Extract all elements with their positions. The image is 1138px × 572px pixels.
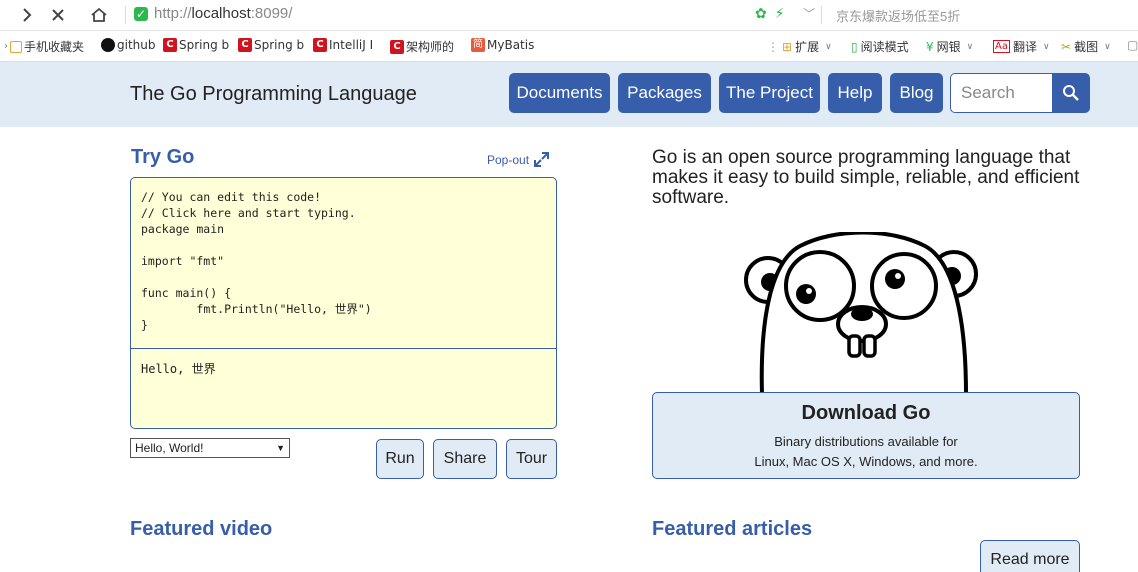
nav-help[interactable]: Help xyxy=(828,73,882,113)
download-line-1: Binary distributions available for xyxy=(774,434,958,449)
url-field[interactable]: http://localhost:8099/ xyxy=(154,5,292,22)
nav-the-project[interactable]: The Project xyxy=(719,73,820,113)
chevron-down-icon: ∨ xyxy=(1104,41,1111,52)
editor-divider xyxy=(131,348,556,349)
browser-address-bar: ✓ http://localhost:8099/ ✿ ⚡ ﹀ 京东爆款返场低至5… xyxy=(0,0,1138,31)
address-divider xyxy=(821,6,822,24)
bookmark-label: IntelliJ I xyxy=(329,38,374,52)
bookmark-label: MyBatis xyxy=(487,38,535,52)
stop-icon[interactable] xyxy=(45,3,71,27)
bookmark-spring-2[interactable]: C Spring b xyxy=(238,38,304,52)
toolbar-label: 翻译 xyxy=(1012,40,1037,54)
bookmark-label: 架构师的 xyxy=(406,40,455,54)
toolbar-label: 网银 xyxy=(936,40,961,54)
bookmark-label: github xyxy=(117,38,156,52)
download-line-2: Linux, Mac OS X, Windows, and more. xyxy=(754,454,978,469)
code-editor[interactable]: // You can edit this code! // Click here… xyxy=(141,189,372,333)
bookmark-intellij[interactable]: C IntelliJ I xyxy=(313,38,373,52)
site-header: The Go Programming Language Documents Pa… xyxy=(0,62,1138,127)
example-select[interactable]: Hello, World! ▼ xyxy=(130,438,290,458)
bookmarks-bar: › 手机收藏夹 github C Spring b C Spring b C I… xyxy=(0,31,1138,62)
bookmark-architect[interactable]: C 架构师的 xyxy=(390,38,454,55)
address-actions: ✿ ⚡ xyxy=(755,5,785,22)
nav-blog[interactable]: Blog xyxy=(890,73,943,113)
bookmark-label: Spring b xyxy=(179,38,230,52)
url-separator xyxy=(125,6,126,24)
program-output: Hello, 世界 xyxy=(141,362,216,376)
playground-editor[interactable]: // You can edit this code! // Click here… xyxy=(130,177,557,429)
csdn-icon: C xyxy=(313,38,327,52)
featured-articles-title: Featured articles xyxy=(652,518,813,540)
book-icon: ▯ xyxy=(851,39,858,54)
toolbar-label: 截图 xyxy=(1074,40,1099,54)
toolbar-screenshot[interactable]: ✂ 截图 ∨ xyxy=(1061,38,1111,55)
dropdown-arrow-icon: ▼ xyxy=(276,443,285,453)
try-go-title: Try Go xyxy=(131,146,195,168)
download-title: Download Go xyxy=(801,402,931,424)
url-rest: :8099/ xyxy=(250,5,293,22)
shield-icon[interactable]: ✓ xyxy=(134,7,148,21)
grip-icon: ⋮ xyxy=(767,39,779,54)
featured-video-title: Featured video xyxy=(130,518,273,540)
chevron-right-icon: › xyxy=(4,41,8,52)
home-icon[interactable] xyxy=(86,3,112,27)
chevron-down-icon: ∨ xyxy=(966,41,974,52)
refresh-icon[interactable]: ✿ xyxy=(755,5,767,22)
extension-icon: ⊞ xyxy=(782,39,793,54)
run-button[interactable]: Run xyxy=(376,439,424,479)
example-selected: Hello, World! xyxy=(135,441,204,455)
share-button[interactable]: Share xyxy=(433,439,497,479)
tour-button[interactable]: Tour xyxy=(506,439,557,479)
bookmark-spring-1[interactable]: C Spring b xyxy=(163,38,229,52)
toolbar-label: 扩展 xyxy=(795,40,820,54)
scissors-icon: ✂ xyxy=(1061,39,1072,54)
nav-packages[interactable]: Packages xyxy=(618,73,711,113)
phone-icon xyxy=(10,40,22,53)
forward-icon[interactable] xyxy=(14,3,40,27)
expand-icon xyxy=(534,152,550,167)
csdn-icon: C xyxy=(238,38,252,52)
bookmark-github[interactable]: github xyxy=(101,38,155,52)
chevron-down-icon[interactable]: ﹀ xyxy=(803,5,815,22)
toolbar-translate[interactable]: Aa 翻译 ∨ xyxy=(993,38,1050,55)
toolbar-extensions[interactable]: ⋮ ⊞ 扩展 ∨ xyxy=(767,38,832,55)
lightning-icon[interactable]: ⚡ xyxy=(775,5,785,22)
yuan-icon: ¥ xyxy=(926,39,934,54)
read-more-button[interactable]: Read more xyxy=(980,540,1080,572)
toolbar-reader-mode[interactable]: ▯ 阅读模式 xyxy=(851,38,909,55)
bookmark-label: 手机收藏夹 xyxy=(24,40,85,54)
search-input[interactable]: Search xyxy=(950,73,1053,113)
github-icon xyxy=(101,38,115,52)
about-text: Go is an open source programming languag… xyxy=(652,147,1080,208)
download-go-box[interactable]: Download Go Binary distributions availab… xyxy=(652,392,1080,479)
bookmark-mybatis[interactable]: 简 MyBatis xyxy=(471,38,534,52)
bookmark-mobile[interactable]: › 手机收藏夹 xyxy=(4,38,84,55)
toolbar-label: 阅读模式 xyxy=(860,40,909,54)
chevron-down-icon: ∨ xyxy=(1042,41,1050,52)
bookmark-label: Spring b xyxy=(254,38,305,52)
toolbar-overflow[interactable]: ▢ xyxy=(1127,38,1138,52)
csdn-icon: C xyxy=(163,38,177,52)
mybatis-icon: 简 xyxy=(471,38,485,52)
gopher-mascot xyxy=(744,232,978,394)
search-icon xyxy=(1063,85,1079,101)
chevron-down-icon: ∨ xyxy=(825,41,832,52)
popout-label: Pop-out xyxy=(487,152,530,167)
site-title[interactable]: The Go Programming Language xyxy=(130,83,417,106)
search-suggestion[interactable]: 京东爆款返场低至5折 xyxy=(836,6,960,25)
url-scheme: http:// xyxy=(154,5,192,22)
download-subtitle: Binary distributions available for Linux… xyxy=(653,432,1079,472)
url-host: localhost xyxy=(191,5,251,22)
nav-documents[interactable]: Documents xyxy=(509,73,610,113)
square-icon: ▢ xyxy=(1127,38,1138,52)
search-button[interactable] xyxy=(1052,73,1090,113)
csdn-icon: C xyxy=(390,39,404,54)
toolbar-bank[interactable]: ¥ 网银 ∨ xyxy=(926,38,973,55)
popout-link[interactable]: Pop-out xyxy=(487,152,550,167)
translate-icon: Aa xyxy=(993,40,1010,53)
